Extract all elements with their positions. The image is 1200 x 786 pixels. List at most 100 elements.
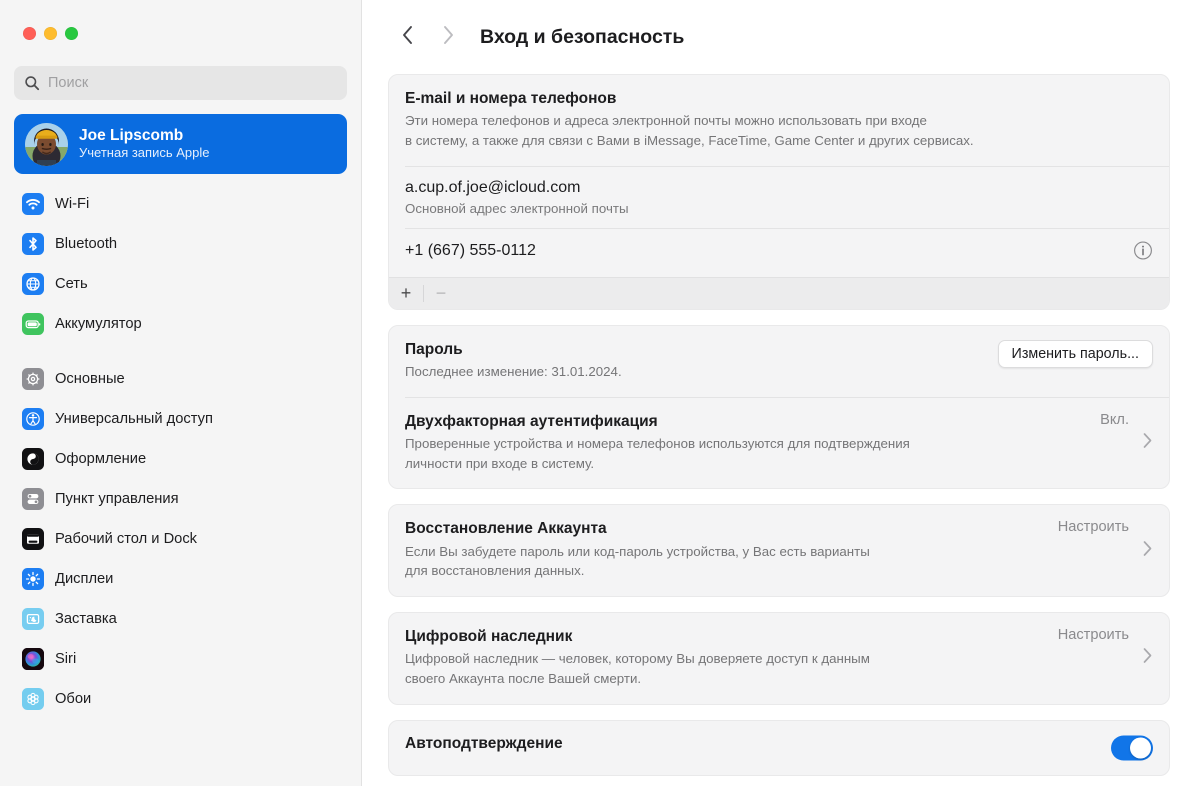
chevron-left-icon	[400, 24, 416, 51]
search-icon	[24, 75, 40, 91]
sidebar-item-displays[interactable]: Дисплеи	[14, 563, 347, 594]
sidebar-item-bluetooth[interactable]: Bluetooth	[14, 228, 347, 259]
sidebar-item-label: Оформление	[55, 450, 147, 467]
account-name: Joe Lipscomb	[79, 127, 184, 145]
sidebar-item-label: Основные	[55, 370, 125, 387]
appearance-icon	[22, 447, 44, 470]
search-input[interactable]	[48, 75, 337, 91]
recovery-desc-line-1: Если Вы забудете пароль или код-пароль у…	[405, 543, 870, 559]
sidebar-item-label: Siri	[55, 650, 77, 667]
legacy-desc-line-1: Цифровой наследник — человек, которому В…	[405, 651, 870, 667]
desktop-dock-icon	[22, 527, 44, 550]
account-recovery-card[interactable]: Восстановление Аккаунта Если Вы забудете…	[388, 504, 1170, 597]
auto-verify-row: Автоподтверждение	[389, 721, 1169, 775]
legacy-contact-card[interactable]: Цифровой наследник Цифровой наследник — …	[388, 612, 1170, 705]
legacy-contact-action[interactable]: Настроить	[1058, 627, 1129, 643]
two-factor-title: Двухфакторная аутентификация	[405, 412, 658, 430]
sidebar-item-label: Пункт управления	[55, 490, 179, 507]
siri-icon	[22, 647, 44, 670]
contact-desc-line-2: в систему, а также для связи с Вами в iM…	[405, 133, 974, 149]
sidebar-item-siri[interactable]: Siri	[14, 643, 347, 674]
recovery-desc-line-2: для восстановления данных.	[405, 563, 585, 579]
two-factor-row[interactable]: Двухфакторная аутентификация Проверенные…	[389, 398, 1169, 489]
info-circle-icon[interactable]	[1133, 240, 1153, 265]
avatar	[25, 122, 68, 166]
zoom-button[interactable]	[65, 27, 78, 40]
sidebar-item-accessibility[interactable]: Универсальный доступ	[14, 403, 347, 434]
sidebar-item-label: Wi-Fi	[55, 195, 90, 212]
minimize-button[interactable]	[44, 27, 57, 40]
contact-description: Эти номера телефонов и адреса электронно…	[405, 111, 1153, 150]
sidebar-item-battery[interactable]: Аккумулятор	[14, 308, 347, 339]
chevron-right-icon	[1142, 432, 1153, 454]
account-recovery-action[interactable]: Настроить	[1058, 519, 1129, 535]
two-factor-desc-line-2: личности при входе в систему.	[405, 455, 595, 471]
two-factor-description: Проверенные устройства и номера телефоно…	[405, 434, 1153, 473]
change-password-button[interactable]: Изменить пароль...	[997, 339, 1153, 368]
bluetooth-icon	[22, 232, 44, 255]
email-subtitle: Основной адрес электронной почты	[405, 200, 629, 216]
gear-icon	[22, 367, 44, 390]
account-recovery-description: Если Вы забудете пароль или код-пароль у…	[405, 542, 1153, 581]
sidebar-item-control-center[interactable]: Пункт управления	[14, 483, 347, 514]
control-center-icon	[22, 487, 44, 510]
sidebar-nav: Wi-Fi Bluetooth Сеть Аккумулятор Основны…	[0, 188, 361, 714]
chevron-right-icon	[1142, 647, 1153, 669]
phone-number: +1 (667) 555-0112	[405, 241, 536, 259]
add-button[interactable]: +	[389, 278, 423, 309]
remove-button[interactable]: −	[424, 278, 458, 309]
sidebar-item-label: Bluetooth	[55, 235, 118, 252]
wifi-icon	[22, 192, 44, 215]
back-button[interactable]	[388, 17, 428, 57]
two-factor-status: Вкл.	[1100, 411, 1129, 428]
chevron-right-icon	[1142, 540, 1153, 562]
email-row[interactable]: a.cup.of.joe@icloud.com Основной адрес э…	[389, 167, 1169, 228]
sidebar-item-general[interactable]: Основные	[14, 363, 347, 394]
account-subtitle: Учетная запись Apple	[79, 144, 210, 160]
network-icon	[22, 272, 44, 295]
sidebar-group-divider	[0, 348, 361, 363]
sidebar-item-wallpaper[interactable]: Обои	[14, 683, 347, 714]
sidebar-item-wifi[interactable]: Wi-Fi	[14, 188, 347, 219]
sidebar-item-label: Заставка	[55, 610, 117, 627]
battery-icon	[22, 312, 44, 335]
close-button[interactable]	[23, 27, 36, 40]
two-factor-desc-line-1: Проверенные устройства и номера телефоно…	[405, 435, 910, 451]
sidebar-item-network[interactable]: Сеть	[14, 268, 347, 299]
sidebar-item-screensaver[interactable]: Заставка	[14, 603, 347, 634]
auto-verify-card: Автоподтверждение	[388, 719, 1170, 776]
auto-verify-title: Автоподтверждение	[405, 734, 563, 752]
auto-verify-toggle[interactable]	[1111, 735, 1153, 761]
settings-list: E-mail и номера телефонов Эти номера тел…	[362, 74, 1200, 776]
toggle-knob	[1130, 737, 1151, 759]
displays-icon	[22, 567, 44, 590]
phone-row[interactable]: +1 (667) 555-0112	[389, 229, 1169, 277]
sidebar-item-label: Универсальный доступ	[55, 410, 213, 427]
sidebar-group-system: Основные Универсальный доступ Оформление…	[0, 363, 361, 714]
email-address: a.cup.of.joe@icloud.com	[405, 178, 581, 196]
sidebar-item-appearance[interactable]: Оформление	[14, 443, 347, 474]
legacy-contact-title: Цифровой наследник	[405, 628, 573, 645]
page-title: Вход и безопасность	[480, 25, 685, 48]
search-field[interactable]	[14, 66, 347, 100]
forward-button[interactable]	[428, 17, 468, 57]
window-traffic-lights	[0, 0, 361, 40]
password-row: Пароль Последнее изменение: 31.01.2024. …	[389, 326, 1169, 397]
account-row[interactable]: Joe Lipscomb Учетная запись Apple	[14, 114, 347, 174]
sidebar: Joe Lipscomb Учетная запись Apple Wi-Fi	[0, 0, 362, 786]
account-recovery-row[interactable]: Восстановление Аккаунта Если Вы забудете…	[389, 505, 1169, 596]
contact-desc-line-1: Эти номера телефонов и адреса электронно…	[405, 113, 927, 129]
sidebar-item-desktop-dock[interactable]: Рабочий стол и Dock	[14, 523, 347, 554]
legacy-contact-row[interactable]: Цифровой наследник Цифровой наследник — …	[389, 613, 1169, 704]
main-content: Вход и безопасность E-mail и номера теле…	[362, 0, 1200, 786]
password-card: Пароль Последнее изменение: 31.01.2024. …	[388, 324, 1170, 490]
contact-card: E-mail и номера телефонов Эти номера тел…	[388, 74, 1170, 310]
toolbar: Вход и безопасность	[362, 0, 1200, 74]
chevron-right-icon	[440, 24, 456, 51]
legacy-contact-description: Цифровой наследник — человек, которому В…	[405, 649, 1153, 688]
sidebar-item-label: Дисплеи	[55, 570, 114, 587]
contact-header: E-mail и номера телефонов Эти номера тел…	[389, 75, 1169, 166]
screensaver-icon	[22, 607, 44, 630]
sidebar-group-connectivity: Wi-Fi Bluetooth Сеть Аккумулятор	[0, 188, 361, 339]
contact-title: E-mail и номера телефонов	[405, 90, 617, 107]
